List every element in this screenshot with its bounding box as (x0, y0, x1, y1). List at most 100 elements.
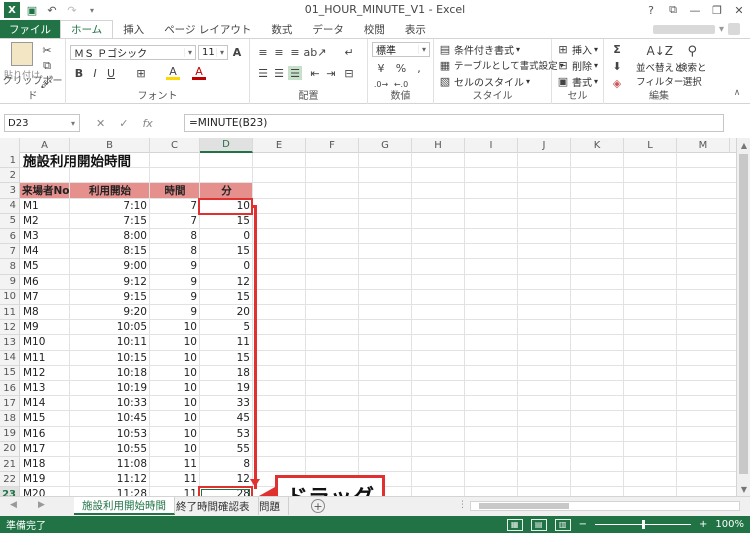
hour-cell[interactable]: 10 (150, 381, 200, 395)
fill-color-icon[interactable]: A (166, 65, 180, 80)
formula-input[interactable]: =MINUTE(B23) (184, 114, 724, 132)
column-header-h[interactable]: H (412, 138, 465, 153)
hour-cell[interactable]: 10 (150, 351, 200, 365)
find-select-button[interactable]: ⚲ 検索と 選択 (678, 42, 707, 89)
minute-cell[interactable]: 33 (200, 396, 253, 410)
borders-icon[interactable]: ⊞ (134, 66, 148, 80)
fill-icon[interactable]: ⬇ (610, 59, 624, 73)
visitor-no-cell[interactable]: M14 (20, 396, 70, 410)
row-header[interactable]: 12 (0, 320, 20, 336)
align-right-icon[interactable]: ☰ (288, 66, 302, 80)
row-header[interactable]: 2 (0, 168, 20, 184)
tab-data[interactable]: データ (302, 20, 354, 38)
minute-cell[interactable]: 0 (200, 229, 253, 243)
column-header-e[interactable]: E (253, 138, 306, 153)
row-header[interactable]: 10 (0, 289, 20, 305)
row-header[interactable]: 23 (0, 487, 20, 496)
row-header[interactable]: 11 (0, 305, 20, 321)
hour-cell[interactable]: 10 (150, 442, 200, 456)
save-icon[interactable]: ▣ (24, 2, 40, 18)
cut-icon[interactable]: ✂ (40, 43, 54, 57)
visitor-no-cell[interactable]: M13 (20, 381, 70, 395)
minute-cell[interactable]: 45 (200, 411, 253, 425)
next-sheet-icon[interactable]: ▶ (38, 500, 45, 510)
comma-style-button[interactable]: , (412, 61, 426, 75)
hour-cell[interactable]: 9 (150, 275, 200, 289)
hour-cell[interactable]: 10 (150, 411, 200, 425)
start-time-cell[interactable]: 11:28 (70, 487, 150, 496)
row-header[interactable]: 5 (0, 213, 20, 229)
orientation-icon[interactable]: ab↗ (304, 45, 327, 59)
start-time-cell[interactable]: 11:08 (70, 457, 150, 471)
underline-button[interactable]: U (104, 66, 118, 80)
align-left-icon[interactable]: ☰ (256, 66, 270, 80)
sheet-tab-start-time[interactable]: 施設利用開始時間 (74, 497, 175, 515)
start-time-cell[interactable]: 10:15 (70, 351, 150, 365)
conditional-formatting-button[interactable]: ▤ 条件付き書式 ▾ (438, 42, 520, 57)
normal-view-icon[interactable]: ▦ (506, 518, 523, 531)
decrease-indent-icon[interactable]: ⇤ (308, 66, 322, 80)
grow-font-icon[interactable]: A (230, 45, 244, 59)
column-header-k[interactable]: K (571, 138, 624, 153)
page-layout-view-icon[interactable]: ▤ (530, 518, 547, 531)
visitor-no-cell[interactable]: M16 (20, 427, 70, 441)
minute-cell[interactable]: 15 (200, 214, 253, 228)
zoom-in-button[interactable]: + (699, 519, 707, 530)
minute-cell[interactable]: 15 (200, 351, 253, 365)
minute-cell[interactable]: 12 (200, 275, 253, 289)
visitor-no-cell[interactable]: M10 (20, 335, 70, 349)
column-header-m[interactable]: M (677, 138, 730, 153)
wrap-text-icon[interactable]: ↵ (342, 45, 356, 59)
row-header[interactable]: 22 (0, 472, 20, 488)
start-time-cell[interactable]: 10:45 (70, 411, 150, 425)
vertical-scroll-thumb[interactable] (739, 154, 748, 474)
row-header[interactable]: 14 (0, 350, 20, 366)
hour-cell[interactable]: 7 (150, 199, 200, 213)
hour-cell[interactable]: 7 (150, 214, 200, 228)
insert-cells-button[interactable]: ⊞ 挿入 ▾ (556, 42, 598, 57)
start-time-cell[interactable]: 9:15 (70, 290, 150, 304)
visitor-no-cell[interactable]: M20 (20, 487, 70, 496)
font-name-select[interactable]: ＭＳ Ｐゴシック ▾ (70, 45, 196, 60)
italic-button[interactable]: I (88, 66, 102, 80)
row-header[interactable]: 4 (0, 198, 20, 214)
start-time-cell[interactable]: 9:00 (70, 259, 150, 273)
worksheet-grid[interactable]: ABCDEFGHIJKLM 1 施設利用開始時間 2 3 来場者No 利用開始 時間分 4 M1… (0, 138, 736, 496)
start-time-cell[interactable]: 10:53 (70, 427, 150, 441)
header-cell[interactable]: 時間 (150, 183, 200, 198)
copy-icon[interactable]: ⧉ (40, 59, 54, 73)
column-header-c[interactable]: C (150, 138, 200, 153)
visitor-no-cell[interactable]: M17 (20, 442, 70, 456)
row-header[interactable]: 1 (0, 153, 20, 169)
align-center-icon[interactable]: ☰ (272, 66, 286, 80)
delete-cells-button[interactable]: ⊟ 削除 ▾ (556, 58, 598, 73)
visitor-no-cell[interactable]: M3 (20, 229, 70, 243)
hour-cell[interactable]: 8 (150, 244, 200, 258)
row-header[interactable]: 13 (0, 335, 20, 351)
percent-style-button[interactable]: % (394, 61, 408, 75)
tab-page-layout[interactable]: ページ レイアウト (154, 20, 261, 38)
zoom-out-button[interactable]: − (579, 519, 587, 530)
autosum-icon[interactable]: Σ (610, 42, 624, 56)
minute-cell[interactable]: 8 (200, 457, 253, 471)
account-area[interactable]: ▾ (652, 20, 750, 38)
close-icon[interactable]: ✕ (728, 0, 750, 20)
row-header[interactable]: 15 (0, 365, 20, 381)
font-size-select[interactable]: 11 ▾ (198, 45, 228, 60)
row-header[interactable]: 19 (0, 426, 20, 442)
row-header[interactable]: 17 (0, 396, 20, 412)
hour-cell[interactable]: 10 (150, 320, 200, 334)
insert-function-icon[interactable]: fx (142, 117, 152, 130)
start-time-cell[interactable]: 7:10 (70, 199, 150, 213)
redo-icon[interactable]: ↷ (64, 2, 80, 18)
align-middle-icon[interactable]: ≡ (272, 45, 286, 59)
hour-cell[interactable]: 10 (150, 427, 200, 441)
hour-cell[interactable]: 9 (150, 290, 200, 304)
horizontal-scrollbar[interactable] (470, 501, 740, 511)
hour-cell[interactable]: 9 (150, 305, 200, 319)
tab-home[interactable]: ホーム (60, 20, 114, 38)
hour-cell[interactable]: 11 (150, 472, 200, 486)
select-all-corner[interactable] (0, 138, 20, 153)
visitor-no-cell[interactable]: M4 (20, 244, 70, 258)
visitor-no-cell[interactable]: M12 (20, 366, 70, 380)
